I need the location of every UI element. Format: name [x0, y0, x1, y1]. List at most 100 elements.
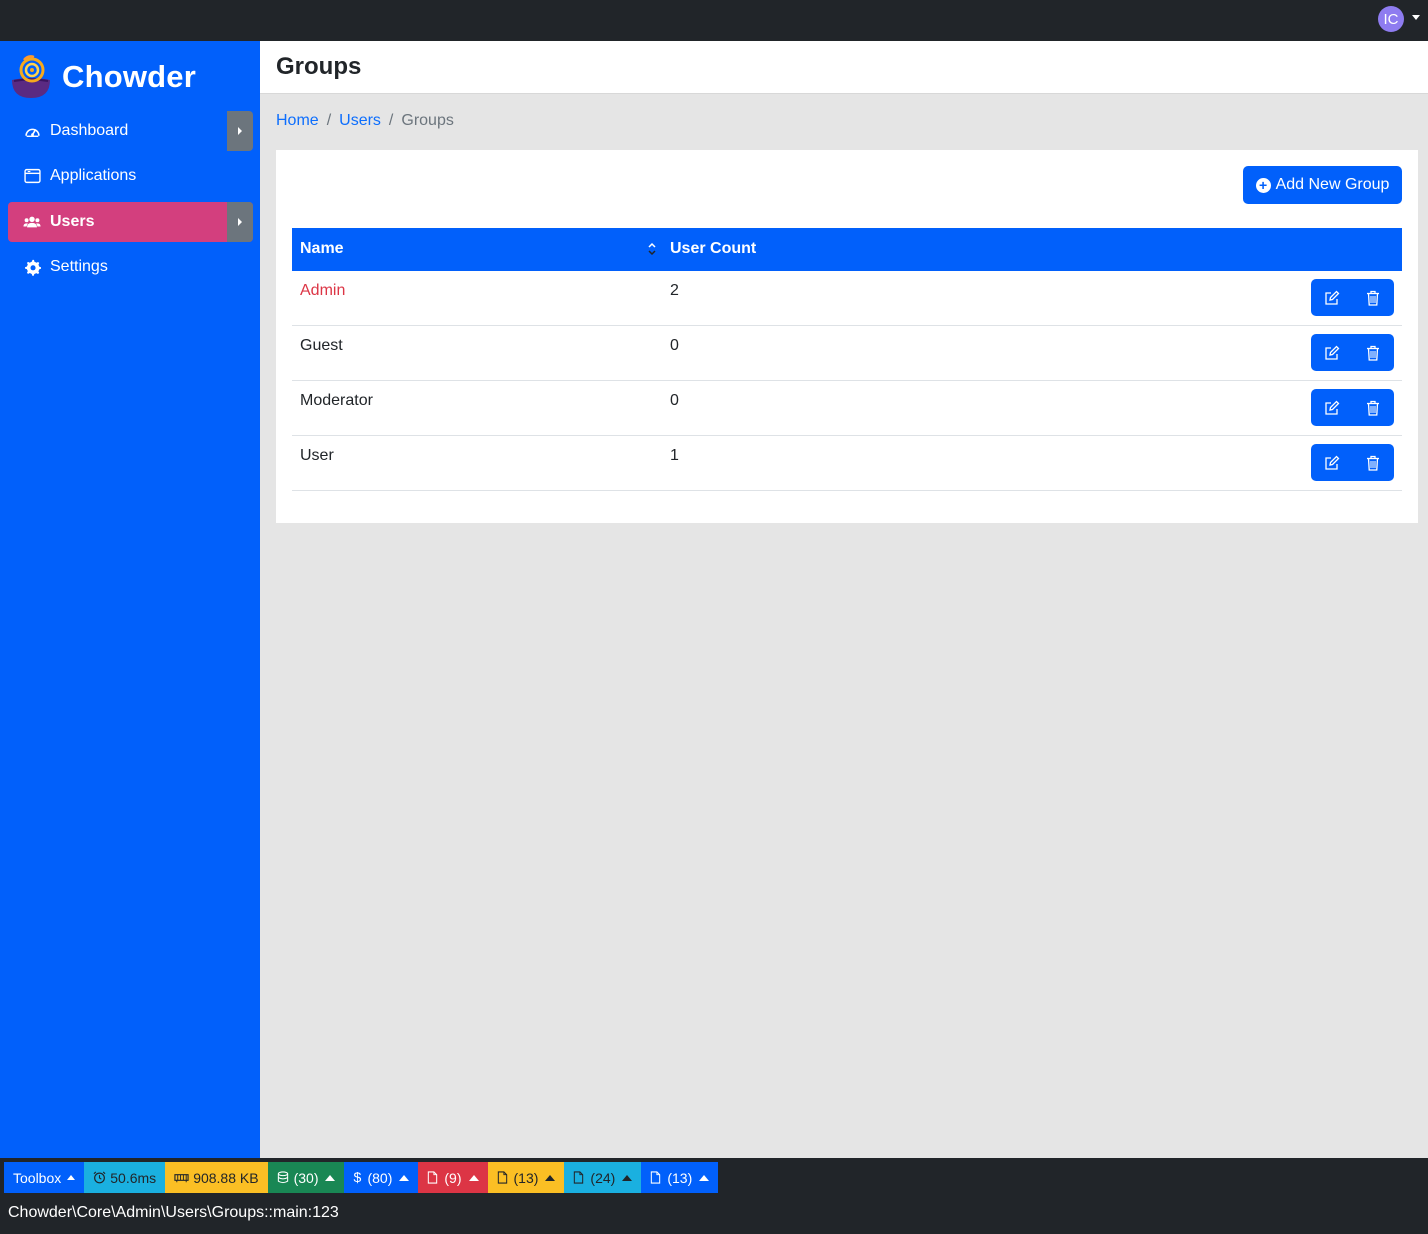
edit-icon [1324, 345, 1339, 360]
json-files-panel[interactable]: (13) [641, 1162, 719, 1193]
groups-card: + Add New Group Name User Count Admin 2 … [276, 150, 1418, 523]
table-row: User 1 [292, 436, 1402, 491]
caret-up-icon [468, 1174, 479, 1181]
group-name-link[interactable]: Guest [300, 337, 343, 355]
group-name-link[interactable]: User [300, 447, 334, 465]
timer-panel[interactable]: 50.6ms [84, 1162, 166, 1193]
sidebar-item-label: Settings [50, 258, 108, 275]
sidebar-item-label: Users [50, 213, 95, 230]
html-files-count: (9) [444, 1169, 462, 1186]
sidebar-item-label: Dashboard [50, 122, 129, 139]
trash-icon [1366, 345, 1379, 361]
edit-button[interactable] [1311, 279, 1352, 316]
edit-button[interactable] [1311, 444, 1352, 481]
user-count-cell: 2 [670, 282, 679, 299]
gauge-icon [23, 122, 41, 140]
css-files-count: (13) [513, 1169, 539, 1186]
file-css-icon [497, 1171, 510, 1184]
variables-count: (80) [367, 1169, 393, 1186]
chevron-right-icon [238, 218, 242, 226]
file-html-icon [427, 1171, 440, 1184]
table-header: Name User Count [292, 228, 1402, 271]
caret-up-icon [325, 1174, 336, 1181]
user-count-cell: 1 [670, 447, 679, 464]
add-new-group-button[interactable]: + Add New Group [1243, 166, 1402, 204]
row-actions [1311, 334, 1394, 371]
table-row: Guest 0 [292, 326, 1402, 381]
html-files-panel[interactable]: (9) [418, 1162, 488, 1193]
main-content: Groups Home / Users / Groups + Add New G… [260, 41, 1428, 1158]
database-count: (30) [293, 1169, 319, 1186]
sidebar-item-dashboard[interactable]: Dashboard [8, 111, 253, 151]
route-path: Chowder\Core\Admin\Users\Groups::main:12… [8, 1204, 339, 1221]
column-header-name[interactable]: Name [300, 240, 344, 258]
dollar-icon: $ [353, 1169, 362, 1185]
sidebar-item-settings[interactable]: Settings [8, 247, 253, 287]
timer-value: 50.6ms [110, 1169, 157, 1186]
user-avatar[interactable]: IC [1378, 6, 1404, 32]
delete-button[interactable] [1352, 334, 1393, 371]
sidebar-item-users[interactable]: Users [8, 202, 253, 242]
caret-up-icon [622, 1174, 633, 1181]
trash-icon [1366, 400, 1379, 416]
row-actions [1311, 389, 1394, 426]
column-header-user-count: User Count [670, 240, 757, 257]
breadcrumb-users-link[interactable]: Users [339, 112, 381, 130]
js-files-panel[interactable]: (24) [564, 1162, 642, 1193]
row-actions [1311, 279, 1394, 316]
css-files-panel[interactable]: (13) [487, 1162, 565, 1193]
sidebar: Chowder Dashboard Applications Users Set… [0, 41, 260, 1158]
file-js-icon [573, 1171, 586, 1184]
trash-icon [1366, 290, 1379, 306]
delete-button[interactable] [1352, 389, 1393, 426]
sidebar-expand-toggle[interactable] [227, 111, 253, 151]
memory-icon [174, 1171, 189, 1184]
group-name-link[interactable]: Admin [300, 282, 345, 300]
debug-toolbar: Toolbox 50.6ms 908.88 KB (30) $ (80) (9) [0, 1158, 1428, 1234]
database-icon [277, 1171, 290, 1184]
json-files-count: (13) [667, 1169, 693, 1186]
edit-button[interactable] [1311, 389, 1352, 426]
js-files-count: (24) [590, 1169, 616, 1186]
debug-toolbar-row: Toolbox 50.6ms 908.88 KB (30) $ (80) (9) [4, 1162, 719, 1193]
plus-circle-icon: + [1255, 177, 1271, 193]
users-icon [23, 213, 41, 231]
variables-panel[interactable]: $ (80) [344, 1162, 419, 1193]
edit-icon [1324, 290, 1339, 305]
breadcrumb-current: Groups [401, 112, 454, 129]
chevron-down-icon[interactable] [1412, 15, 1420, 20]
table-row: Admin 2 [292, 271, 1402, 326]
sidebar-expand-toggle[interactable] [227, 202, 253, 242]
gear-icon [23, 258, 41, 276]
alarm-clock-icon [93, 1171, 106, 1184]
breadcrumb-separator: / [326, 112, 332, 129]
brand-name: Chowder [62, 59, 197, 94]
window-icon [23, 167, 41, 185]
add-new-group-label: Add New Group [1275, 176, 1390, 193]
sort-icon[interactable] [647, 240, 657, 258]
user-count-cell: 0 [670, 337, 679, 354]
trash-icon [1366, 455, 1379, 471]
delete-button[interactable] [1352, 444, 1393, 481]
brand[interactable]: Chowder [10, 53, 196, 101]
breadcrumb-home-link[interactable]: Home [276, 112, 319, 130]
toolbox-toggle[interactable]: Toolbox [4, 1162, 85, 1193]
edit-icon [1324, 455, 1339, 470]
table-row: Moderator 0 [292, 381, 1402, 436]
page-title: Groups [276, 53, 362, 80]
page-header: Groups [260, 41, 1428, 94]
sidebar-item-applications[interactable]: Applications [8, 156, 253, 196]
row-actions [1311, 444, 1394, 481]
breadcrumb-separator: / [388, 112, 394, 129]
delete-button[interactable] [1352, 279, 1393, 316]
memory-value: 908.88 KB [193, 1169, 259, 1186]
caret-up-icon [67, 1175, 76, 1180]
memory-panel[interactable]: 908.88 KB [165, 1162, 268, 1193]
edit-button[interactable] [1311, 334, 1352, 371]
caret-up-icon [545, 1174, 556, 1181]
top-bar: IC [0, 0, 1428, 41]
database-panel[interactable]: (30) [267, 1162, 345, 1193]
caret-up-icon [399, 1174, 410, 1181]
toolbox-label: Toolbox [13, 1169, 62, 1186]
group-name-link[interactable]: Moderator [300, 392, 373, 410]
